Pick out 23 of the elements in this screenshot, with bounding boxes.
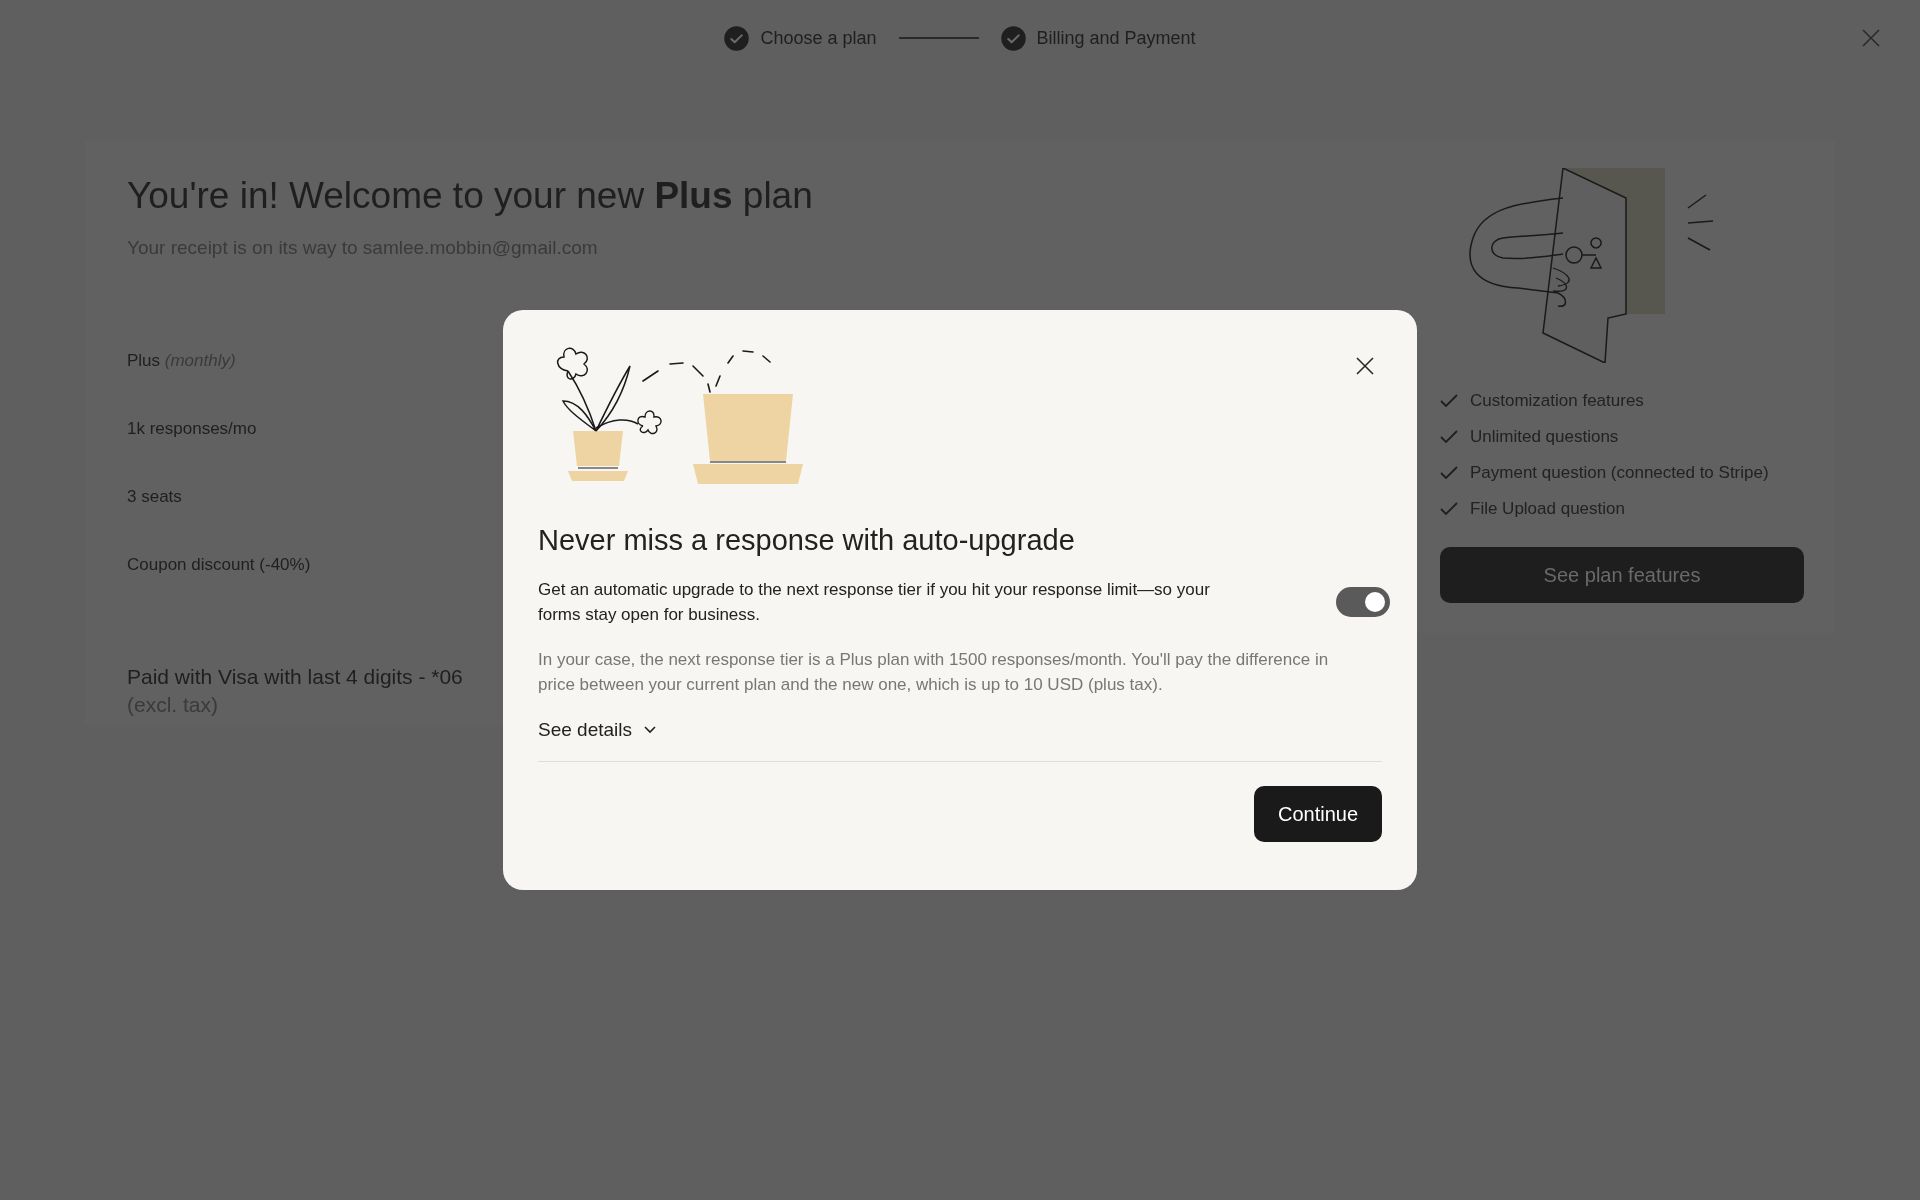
see-details-link[interactable]: See details [538, 719, 656, 741]
dialog-description: Get an automatic upgrade to the next response tier if you hit your response limit—so your forms stay open for business. [538, 579, 1211, 626]
payment-text: Paid with Visa with last 4 digits - *06 [127, 665, 463, 689]
step-label: Choose a plan [760, 27, 877, 49]
chevron-down-icon [644, 726, 656, 734]
feature-label: Customization features [1470, 391, 1644, 411]
check-icon [1440, 394, 1458, 408]
line-item: Coupon discount (-40%) [127, 555, 311, 575]
line-item: 1k responses/mo [127, 419, 257, 439]
welcome-heading: You're in! Welcome to your new Plus plan [127, 175, 814, 217]
feature-label: File Upload question [1470, 499, 1625, 519]
dialog-title: Never miss a response with auto-upgrade [538, 524, 1076, 557]
check-icon [1440, 430, 1458, 444]
check-icon [1440, 502, 1458, 516]
close-icon[interactable] [1356, 357, 1374, 375]
feature-label: Unlimited questions [1470, 427, 1619, 447]
step-label: Billing and Payment [1036, 27, 1196, 49]
continue-button[interactable]: Continue [1254, 786, 1382, 842]
auto-upgrade-toggle[interactable] [1336, 587, 1390, 617]
dialog-detail-text: In your case, the next response tier is a Plus plan with 1500 responses/month. You'll pay the difference in price between your current plan and the new one, which is up to 10 USD (plus tax). [538, 649, 1330, 696]
feature-label: Payment question (connected to Stripe) [1470, 463, 1769, 483]
check-icon [1440, 466, 1458, 480]
line-item: 3 seats [127, 487, 182, 507]
